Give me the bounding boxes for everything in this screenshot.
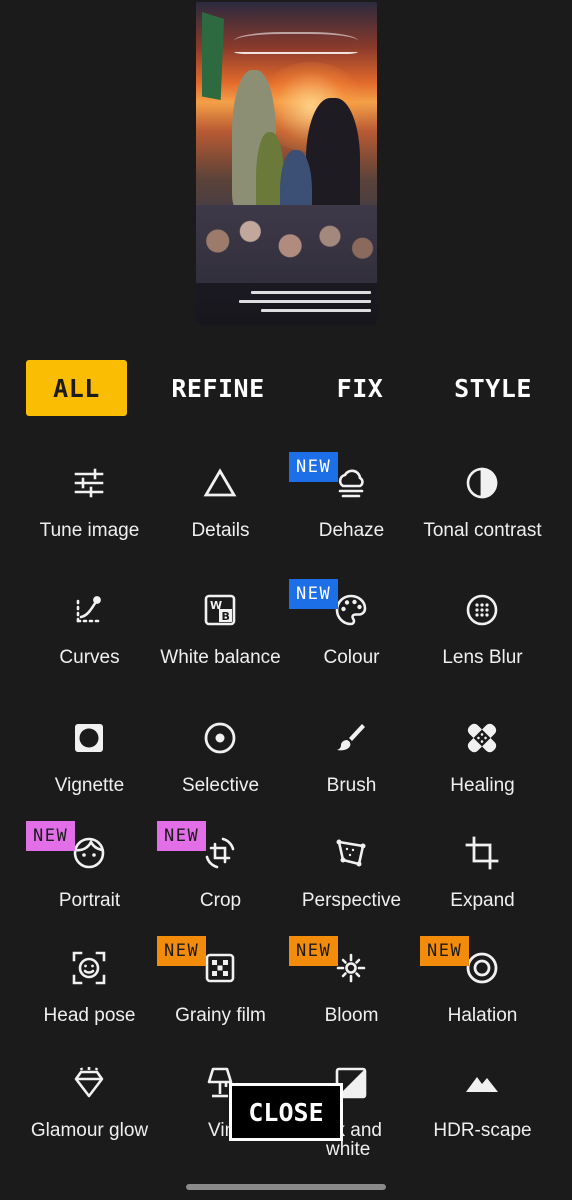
haze-cloud-icon bbox=[333, 465, 369, 501]
new-badge: NEW bbox=[289, 452, 339, 482]
tool-label: White balance bbox=[160, 647, 281, 668]
crop-icon bbox=[464, 835, 500, 871]
green-flag bbox=[202, 12, 224, 100]
tool-label: Vignette bbox=[54, 775, 125, 796]
tab-fix[interactable]: FIX bbox=[312, 360, 408, 416]
diamond-icon bbox=[71, 1065, 107, 1101]
perspective-icon bbox=[333, 835, 369, 871]
tool-label: Tonal contrast bbox=[423, 520, 542, 541]
tool-label: Details bbox=[191, 520, 250, 541]
tool-label: Healing bbox=[450, 775, 515, 796]
tool-label: Head pose bbox=[43, 1005, 136, 1026]
caption-band bbox=[196, 283, 377, 325]
tool-label: Curves bbox=[59, 647, 120, 668]
tool-label: Halation bbox=[447, 1005, 518, 1026]
curves-icon bbox=[71, 592, 107, 628]
tool-label: Perspective bbox=[301, 890, 402, 911]
tool-label: Colour bbox=[323, 647, 380, 668]
sparkle-icon bbox=[333, 950, 369, 986]
tool-label: Glamour glow bbox=[30, 1120, 149, 1141]
new-badge: NEW bbox=[157, 936, 207, 966]
vignette-icon bbox=[71, 720, 107, 756]
new-badge: NEW bbox=[26, 821, 76, 851]
tonal-contrast-icon bbox=[464, 465, 500, 501]
target-dot-icon bbox=[202, 720, 238, 756]
triangle-icon bbox=[202, 465, 238, 501]
concentric-circle-icon bbox=[464, 950, 500, 986]
brush-icon bbox=[333, 720, 369, 756]
tool-label: Portrait bbox=[58, 890, 121, 911]
home-indicator[interactable] bbox=[186, 1184, 386, 1190]
palette-icon bbox=[333, 592, 369, 628]
new-badge: NEW bbox=[289, 579, 339, 609]
svg-text:B: B bbox=[222, 610, 230, 623]
tool-label: Selective bbox=[181, 775, 260, 796]
tool-label: Grainy film bbox=[175, 1005, 266, 1026]
new-badge: NEW bbox=[420, 936, 470, 966]
tool-label: Brush bbox=[326, 775, 377, 796]
white-balance-icon: W B bbox=[202, 592, 238, 628]
tab-refine[interactable]: REFINE bbox=[158, 360, 278, 416]
tool-label: Crop bbox=[199, 890, 242, 911]
tool-label: Dehaze bbox=[318, 520, 385, 541]
category-tabs: ALL REFINE FIX STYLE bbox=[0, 360, 572, 416]
crop-rotate-icon bbox=[202, 835, 238, 871]
tab-all[interactable]: ALL bbox=[26, 360, 127, 416]
new-badge: NEW bbox=[289, 936, 339, 966]
new-badge: NEW bbox=[157, 821, 207, 851]
sliders-icon bbox=[71, 465, 107, 501]
tool-label: Tune image bbox=[39, 520, 140, 541]
face-frame-icon bbox=[71, 950, 107, 986]
face-icon bbox=[71, 835, 107, 871]
close-button[interactable]: CLOSE bbox=[229, 1083, 343, 1141]
mountains-icon bbox=[464, 1065, 500, 1101]
tool-label: HDR-scape bbox=[433, 1120, 532, 1141]
tab-style[interactable]: STYLE bbox=[436, 360, 550, 416]
calligraphy-title bbox=[234, 32, 358, 54]
tool-label: Bloom bbox=[324, 1005, 379, 1026]
dice-icon bbox=[202, 950, 238, 986]
tool-label: Expand bbox=[450, 890, 515, 911]
bandage-icon bbox=[464, 720, 500, 756]
lens-blur-icon bbox=[464, 592, 500, 628]
tool-label: Lens Blur bbox=[442, 647, 523, 668]
photo-preview bbox=[196, 2, 377, 325]
